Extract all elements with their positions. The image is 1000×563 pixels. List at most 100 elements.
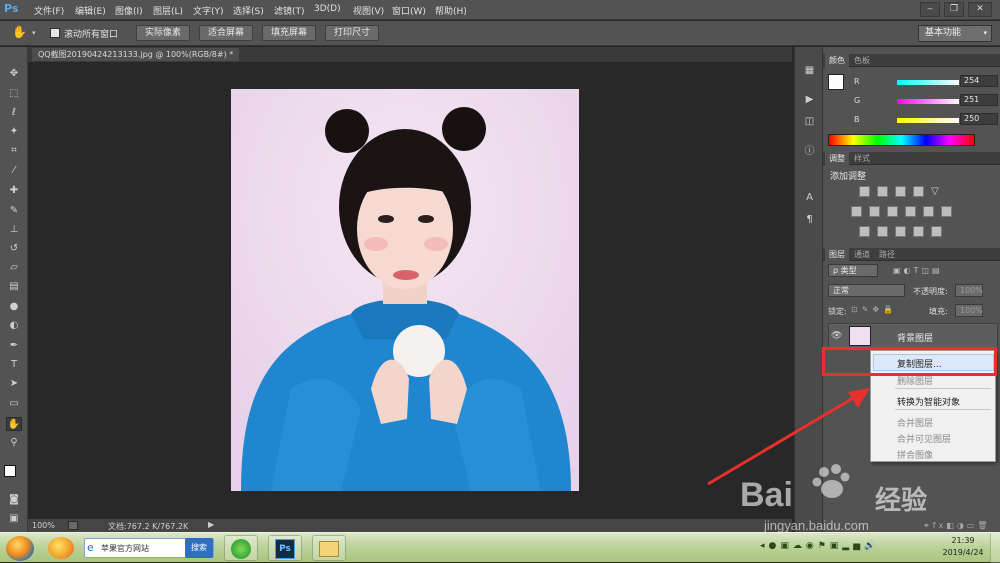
- marquee-icon[interactable]: ⬚: [6, 87, 22, 101]
- menu-item-merge-layers[interactable]: 合并图层: [897, 416, 933, 429]
- character-icon[interactable]: A: [802, 191, 817, 205]
- fit-screen-button[interactable]: 适合屏幕: [199, 25, 253, 41]
- exposure-icon[interactable]: [913, 186, 924, 197]
- swatches-icon[interactable]: ◫: [802, 115, 817, 129]
- magic-wand-icon[interactable]: ✦: [6, 125, 22, 139]
- layer-filter-select[interactable]: ρ 类型: [828, 264, 878, 277]
- opacity-field[interactable]: 100%: [955, 284, 983, 297]
- tray-icons[interactable]: ◂●▣☁◉⚑▣▂▅🔊: [760, 541, 930, 553]
- lock-icons[interactable]: ⊡✎✥🔒: [851, 305, 919, 316]
- restore-icon[interactable]: ❐: [944, 2, 964, 17]
- posterize-icon[interactable]: [877, 226, 888, 237]
- photo-filter-icon[interactable]: [905, 206, 916, 217]
- tab-color[interactable]: 颜色: [825, 54, 849, 67]
- menu-file[interactable]: 文件(F): [34, 4, 64, 17]
- menu-item-convert-smart-object[interactable]: 转换为智能对象: [897, 395, 960, 408]
- blur-icon[interactable]: ●: [6, 300, 22, 314]
- close-icon[interactable]: ✕: [968, 2, 992, 17]
- quick-mask-icon[interactable]: ◙: [6, 493, 22, 507]
- chevron-down-icon[interactable]: ▾: [32, 29, 36, 37]
- ie-icon[interactable]: [224, 535, 258, 561]
- clone-stamp-icon[interactable]: ⊥: [6, 223, 22, 237]
- healing-brush-icon[interactable]: ✚: [6, 184, 22, 198]
- actions-icon[interactable]: ▶: [802, 93, 817, 107]
- history-brush-icon[interactable]: ↺: [6, 242, 22, 256]
- color-lookup-icon[interactable]: [941, 206, 952, 217]
- menu-help[interactable]: 帮助(H): [435, 4, 467, 17]
- zoom-level[interactable]: 100%: [32, 521, 55, 530]
- clock-date[interactable]: 2019/4/24: [940, 548, 986, 557]
- show-desktop-button[interactable]: [990, 533, 1000, 563]
- move-icon[interactable]: ✥: [6, 67, 22, 81]
- b-slider[interactable]: [897, 118, 959, 123]
- scroll-all-checkbox[interactable]: [50, 28, 60, 38]
- path-select-icon[interactable]: ➤: [6, 377, 22, 391]
- folder-icon[interactable]: [312, 535, 346, 561]
- chevron-right-icon[interactable]: ▶: [208, 520, 214, 529]
- menu-edit[interactable]: 编辑(E): [75, 4, 106, 17]
- print-size-button[interactable]: 打印尺寸: [325, 25, 379, 41]
- menu-window[interactable]: 窗口(W): [392, 4, 426, 17]
- foreground-color-swatch[interactable]: [4, 465, 16, 477]
- tab-channels[interactable]: 通道: [850, 248, 874, 261]
- r-slider[interactable]: [897, 80, 959, 85]
- menu-select[interactable]: 选择(S): [233, 4, 264, 17]
- hand-icon[interactable]: ✋: [6, 417, 22, 431]
- actual-pixels-button[interactable]: 实际像素: [136, 25, 190, 41]
- tab-paths[interactable]: 路径: [875, 248, 899, 261]
- document-tab[interactable]: QQ截图20190424213133.jpg @ 100%(RGB/8#) *: [32, 48, 240, 61]
- threshold-icon[interactable]: [895, 226, 906, 237]
- menu-item-merge-visible[interactable]: 合并可见图层: [897, 432, 951, 445]
- history-icon[interactable]: ▦: [802, 64, 817, 78]
- crop-icon[interactable]: ⌗: [6, 144, 22, 158]
- tab-adjustments[interactable]: 调整: [825, 152, 849, 165]
- lasso-icon[interactable]: ℓ: [6, 106, 22, 120]
- eraser-icon[interactable]: ▱: [6, 261, 22, 275]
- menu-view[interactable]: 视图(V): [353, 4, 384, 17]
- hue-saturation-icon[interactable]: [851, 206, 862, 217]
- clock-time[interactable]: 21:39: [943, 536, 983, 545]
- menu-type[interactable]: 文字(Y): [193, 4, 224, 17]
- zoom-icon[interactable]: ⚲: [6, 436, 22, 450]
- vibrance-icon[interactable]: ▽: [931, 186, 942, 197]
- r-value-field[interactable]: 254: [960, 75, 998, 87]
- pen-icon[interactable]: ✒: [6, 339, 22, 353]
- fill-field[interactable]: 100%: [955, 304, 983, 317]
- curves-icon[interactable]: [895, 186, 906, 197]
- workspace-select[interactable]: 基本功能 ▾: [918, 25, 992, 42]
- gradient-map-icon[interactable]: [931, 226, 942, 237]
- type-icon[interactable]: T: [6, 358, 22, 372]
- screen-mode-icon[interactable]: ▣: [6, 512, 22, 526]
- menu-layer[interactable]: 图层(L): [153, 4, 183, 17]
- rectangle-icon[interactable]: ▭: [6, 397, 22, 411]
- color-balance-icon[interactable]: [869, 206, 880, 217]
- levels-icon[interactable]: [877, 186, 888, 197]
- menu-image[interactable]: 图像(I): [115, 4, 143, 17]
- paragraph-icon[interactable]: ¶: [802, 213, 817, 227]
- brightness-icon[interactable]: [859, 186, 870, 197]
- search-button[interactable]: 搜索: [185, 538, 213, 558]
- hand-icon[interactable]: ✋: [12, 25, 28, 41]
- gradient-icon[interactable]: ▤: [6, 280, 22, 294]
- g-value-field[interactable]: 251: [960, 94, 998, 106]
- b-value-field[interactable]: 250: [960, 113, 998, 125]
- brush-icon[interactable]: ✎: [6, 204, 22, 218]
- black-white-icon[interactable]: [887, 206, 898, 217]
- fill-screen-button[interactable]: 填充屏幕: [262, 25, 316, 41]
- channel-mixer-icon[interactable]: [923, 206, 934, 217]
- g-slider[interactable]: [897, 99, 959, 104]
- tab-styles[interactable]: 样式: [850, 152, 874, 165]
- foreground-color-swatch[interactable]: [828, 74, 844, 90]
- export-icon[interactable]: [68, 521, 78, 530]
- browser-logo-icon[interactable]: [48, 537, 74, 559]
- tab-layers[interactable]: 图层: [825, 248, 849, 261]
- photoshop-icon[interactable]: Ps: [268, 535, 302, 561]
- dodge-icon[interactable]: ◐: [6, 319, 22, 333]
- color-spectrum-bar[interactable]: [828, 134, 975, 146]
- minimize-icon[interactable]: ‒: [920, 2, 940, 17]
- filter-icons[interactable]: ▣◐T◫▤: [893, 266, 973, 275]
- menu-filter[interactable]: 滤镜(T): [274, 4, 305, 17]
- invert-icon[interactable]: [859, 226, 870, 237]
- info-icon[interactable]: ⓘ: [802, 145, 817, 159]
- menu-3d[interactable]: 3D(D): [314, 4, 341, 14]
